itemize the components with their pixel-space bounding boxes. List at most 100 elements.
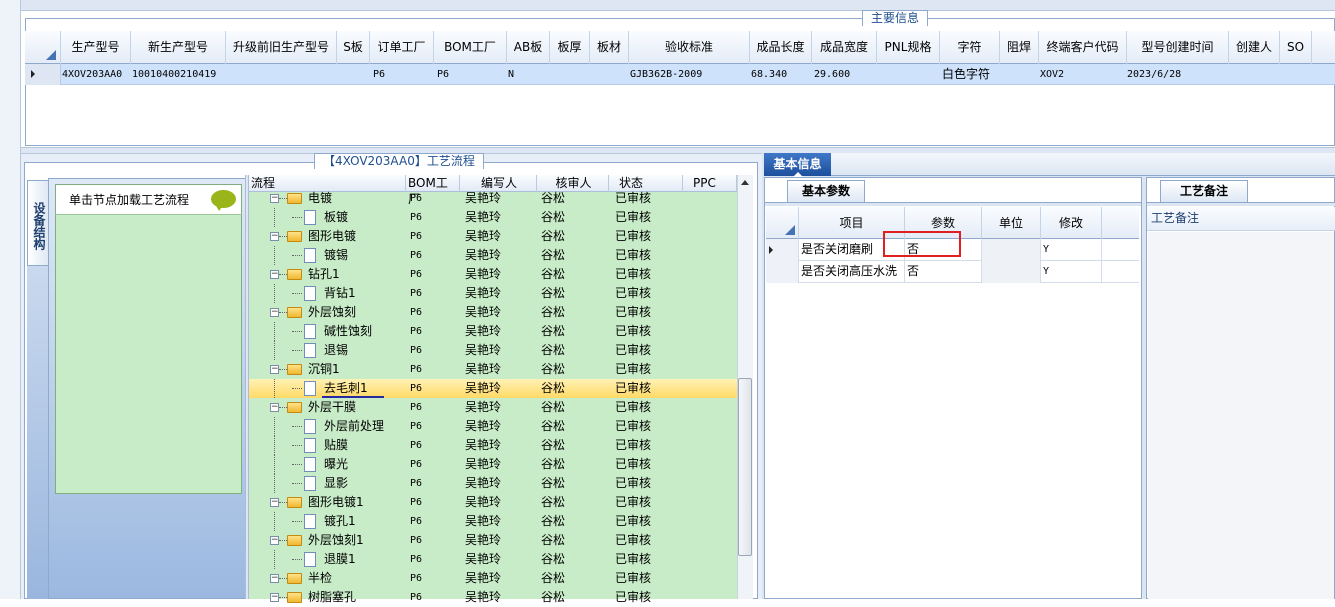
cell-bom-factory[interactable]: P6 [437,64,449,85]
params-col-modify[interactable]: 修改 [1041,207,1102,239]
col-header-model[interactable]: 生产型号 [61,31,131,64]
tree-node-name[interactable]: 图形电镀1 [308,493,364,512]
col-header-order-factory[interactable]: 订单工厂 [370,31,434,64]
notes-textarea[interactable] [1148,232,1334,599]
tree-node-step[interactable]: 镀孔1 P6 吴艳玲 谷松 已审核 [249,512,737,531]
collapse-icon[interactable]: − [270,498,279,507]
cell-length[interactable]: 68.340 [751,64,787,85]
tree-node-name[interactable]: 半检 [308,569,332,588]
collapse-icon[interactable]: − [270,270,279,279]
tree-node-name[interactable]: 背钻1 [324,284,356,303]
tree-node-step[interactable]: 碱性蚀刻 P6 吴艳玲 谷松 已审核 [249,322,737,341]
cell-char[interactable]: 白色字符 [942,64,990,85]
tree-node-name[interactable]: 外层干膜 [308,398,356,417]
col-header-thickness[interactable]: 板厚 [550,31,590,64]
tree-node-group[interactable]: − 外层干膜 P6 吴艳玲 谷松 已审核 [249,398,737,417]
tree-node-name[interactable]: 曝光 [324,455,348,474]
tree-node-name[interactable]: 退膜1 [324,550,356,569]
collapse-icon[interactable]: − [270,403,279,412]
tree-node-name[interactable]: 树脂塞孔 [308,588,356,607]
tree-node-name[interactable]: 外层蚀刻 [308,303,356,322]
col-header-ab-board[interactable]: AB板 [507,31,550,64]
main-grid-row[interactable]: 4XOV203AA0 10010400210419 P6 P6 N GJB362… [25,64,1335,85]
cell-standard[interactable]: GJB362B-2009 [630,64,702,85]
row-indicator[interactable] [25,64,61,85]
tree-node-name[interactable]: 贴膜 [324,436,348,455]
collapse-icon[interactable]: − [270,536,279,545]
tree-node-step[interactable]: 镀锡 P6 吴艳玲 谷松 已审核 [249,246,737,265]
tree-node-group[interactable]: − 半检 P6 吴艳玲 谷松 已审核 [249,569,737,588]
col-header-creator[interactable]: 创建人 [1229,31,1280,64]
tree-node-step[interactable]: 去毛刺1 P6 吴艳玲 谷松 已审核 [249,379,737,398]
tree-node-group[interactable]: − 树脂塞孔 P6 吴艳玲 谷松 已审核 [249,588,737,607]
tab-process-notes[interactable]: 工艺备注 [1160,180,1248,202]
col-header-pnl[interactable]: PNL规格 [877,31,940,64]
tree-node-step[interactable]: 板镀 P6 吴艳玲 谷松 已审核 [249,208,737,227]
collapse-icon[interactable]: − [270,365,279,374]
tree-node-group[interactable]: − 外层蚀刻 P6 吴艳玲 谷松 已审核 [249,303,737,322]
cell-order-factory[interactable]: P6 [373,64,385,85]
params-cell-value[interactable]: 否 [905,261,982,283]
col-header-created-time[interactable]: 型号创建时间 [1127,31,1229,64]
tree-node-step[interactable]: 外层前处理 P6 吴艳玲 谷松 已审核 [249,417,737,436]
col-header-standard[interactable]: 验收标准 [629,31,750,64]
col-header-length[interactable]: 成品长度 [750,31,812,64]
collapse-icon[interactable]: − [270,574,279,583]
tree-node-name[interactable]: 碱性蚀刻 [324,322,372,341]
row-indicator[interactable] [766,239,799,261]
grid-corner[interactable] [25,31,61,64]
tree-node-name[interactable]: 外层前处理 [324,417,384,436]
tab-equipment-structure[interactable]: 设备结构 [27,180,48,266]
col-header-customer-code[interactable]: 终端客户代码 [1039,31,1127,64]
params-cell-item[interactable]: 是否关闭高压水洗 [799,261,905,283]
row-indicator[interactable] [766,261,799,283]
col-header-char[interactable]: 字符 [940,31,1000,64]
cell-ab-board[interactable]: N [508,64,514,85]
tree-node-step[interactable]: 贴膜 P6 吴艳玲 谷松 已审核 [249,436,737,455]
collapse-icon[interactable]: − [270,232,279,241]
tree-node-step[interactable]: 曝光 P6 吴艳玲 谷松 已审核 [249,455,737,474]
collapse-icon[interactable]: − [270,593,279,602]
collapse-icon[interactable]: − [270,194,279,203]
tree-node-step[interactable]: 背钻1 P6 吴艳玲 谷松 已审核 [249,284,737,303]
tree-node-group[interactable]: − 图形电镀1 P6 吴艳玲 谷松 已审核 [249,493,737,512]
tree-node-name[interactable]: 图形电镀 [308,227,356,246]
cell-created-time[interactable]: 2023/6/28 [1127,64,1181,85]
params-cell-modify[interactable]: Y [1041,261,1102,283]
scroll-up-icon[interactable] [741,180,749,185]
col-header-width[interactable]: 成品宽度 [812,31,877,64]
col-header-solder-mask[interactable]: 阻焊 [1000,31,1039,64]
tree-node-step[interactable]: 退膜1 P6 吴艳玲 谷松 已审核 [249,550,737,569]
col-header-bom-factory[interactable]: BOM工厂 [434,31,507,64]
cell-model[interactable]: 4XOV203AA0 [62,64,122,85]
params-grid-corner[interactable] [766,207,799,239]
params-row[interactable]: 是否关闭高压水洗 否 Y [766,261,1139,283]
params-cell-unit[interactable] [982,239,1041,261]
tree-node-name[interactable]: 退锡 [324,341,348,360]
collapse-icon[interactable]: − [270,308,279,317]
col-header-so[interactable]: SO [1280,31,1312,64]
cell-width[interactable]: 29.600 [814,64,850,85]
tab-basic-params[interactable]: 基本参数 [787,180,865,202]
col-header-new-model[interactable]: 新生产型号 [131,31,226,64]
tree-node-name[interactable]: 电镀 [308,189,332,208]
tree-node-group[interactable]: − 图形电镀 P6 吴艳玲 谷松 已审核 [249,227,737,246]
col-header-s-board[interactable]: S板 [337,31,370,64]
tree-node-group[interactable]: − 外层蚀刻1 P6 吴艳玲 谷松 已审核 [249,531,737,550]
tree-node-name[interactable]: 镀锡 [324,246,348,265]
tree-node-name[interactable]: 显影 [324,474,348,493]
cell-customer-code[interactable]: XOV2 [1040,64,1064,85]
tree-node-step[interactable]: 显影 P6 吴艳玲 谷松 已审核 [249,474,737,493]
tree-node-name[interactable]: 钻孔1 [308,265,340,284]
tree-node-step[interactable]: 退锡 P6 吴艳玲 谷松 已审核 [249,341,737,360]
tree-node-name[interactable]: 板镀 [324,208,348,227]
params-col-unit[interactable]: 单位 [982,207,1041,239]
tree-node-group[interactable]: − 沉铜1 P6 吴艳玲 谷松 已审核 [249,360,737,379]
params-cell-modify[interactable]: Y [1041,239,1102,261]
tree-node-name[interactable]: 镀孔1 [324,512,356,531]
params-cell-unit[interactable] [982,261,1041,283]
tree-node-name[interactable]: 沉铜1 [308,360,340,379]
tree-node-group[interactable]: − 电镀 P6 吴艳玲 谷松 已审核 [249,189,737,208]
col-header-old-model[interactable]: 升级前旧生产型号 [226,31,337,64]
cell-new-model[interactable]: 10010400210419 [132,64,216,85]
